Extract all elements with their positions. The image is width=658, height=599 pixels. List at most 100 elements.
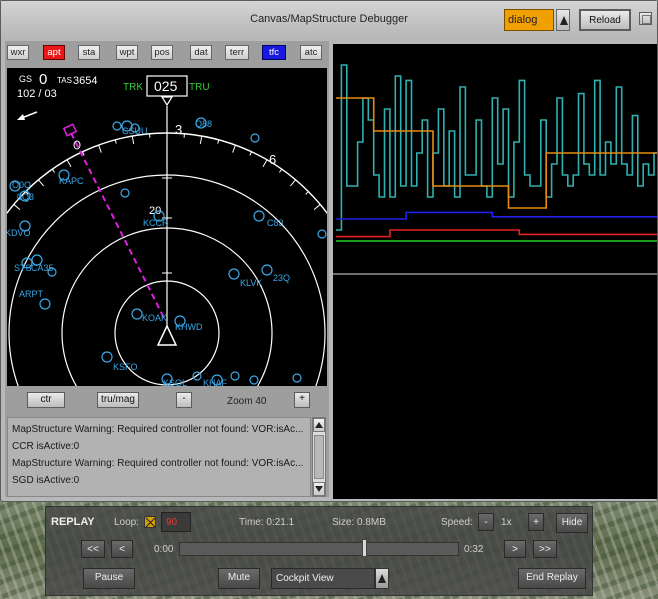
loop-input[interactable]: 90 [161, 512, 191, 532]
start-time: 0:00 [154, 544, 174, 555]
airport-label: STS [14, 263, 32, 273]
hide-button[interactable]: Hide [556, 513, 588, 533]
log-scrollbar[interactable] [312, 417, 326, 497]
compass-label: 6 [269, 152, 276, 167]
end-replay-button[interactable]: End Replay [518, 568, 586, 589]
mute-button[interactable]: Mute [218, 568, 260, 589]
trk-label: TRK [123, 82, 143, 93]
log-line: MapStructure Warning: Required controlle… [12, 424, 304, 435]
compass-tick [199, 135, 203, 145]
plot-series-line [336, 64, 657, 231]
airport-label: KHWD [175, 322, 203, 332]
compass-tick [98, 144, 102, 153]
compass-tick [232, 144, 236, 153]
compass-tick [279, 168, 283, 173]
compass-tick [249, 151, 252, 156]
speed-up-button[interactable]: + [528, 513, 544, 531]
layer-toggle-bar: wxr apt sta wpt pos dat terr tfc atc [5, 45, 327, 63]
compass-tick [313, 204, 321, 210]
view-select-arrow-icon[interactable] [375, 568, 389, 589]
layer-toggle-tfc[interactable]: tfc [262, 45, 286, 60]
airport-label: KHAF [203, 378, 228, 386]
map-canvas: GS 0 TAS 3654102 / 03TRK 025 TRU3620KSFOKHWDK… [7, 71, 327, 386]
rewind-button[interactable]: < [111, 540, 133, 558]
replay-timeline-thumb[interactable] [361, 539, 367, 557]
layer-toggle-wpt[interactable]: wpt [116, 45, 138, 60]
wind-readout: 102 / 03 [17, 88, 57, 100]
forward-button[interactable]: > [504, 540, 526, 558]
airport-icon [249, 375, 259, 385]
log-console[interactable]: MapStructure Warning: Required controlle… [7, 417, 311, 497]
airport-label: KOAK [142, 313, 167, 323]
compass-tick [66, 159, 72, 167]
airport-icon [253, 210, 265, 222]
route-waypoint-icon [62, 123, 78, 137]
view-select[interactable]: Cockpit View [271, 568, 375, 589]
plot-series-line [336, 229, 657, 238]
airport-icon [230, 371, 240, 381]
gs-label: GS [19, 74, 32, 84]
layer-toggle-wxr[interactable]: wxr [7, 45, 29, 60]
airport-icon [131, 308, 143, 320]
end-time: 0:32 [464, 544, 484, 555]
rewind-fast-button[interactable]: << [81, 540, 105, 558]
layer-toggle-sta[interactable]: sta [78, 45, 100, 60]
compass-tick [290, 179, 296, 187]
airport-label: KAPC [59, 176, 84, 186]
speed-value: 1x [501, 517, 512, 528]
scroll-down-icon[interactable] [313, 482, 325, 496]
loop-checkbox[interactable] [144, 516, 156, 528]
scroll-thumb[interactable] [314, 435, 324, 479]
layer-toggle-dat[interactable]: dat [190, 45, 212, 60]
pause-button[interactable]: Pause [83, 568, 135, 589]
replay-dialog: REPLAY Loop: 90 Time: 0:21.1 Size: 0.8MB… [45, 506, 593, 596]
airport-label: 23Q [273, 273, 290, 283]
airport-label: O0Q [12, 180, 31, 190]
replay-timeline-slider[interactable] [179, 542, 459, 556]
airport-icon [112, 121, 122, 131]
zoom-level: Zoom 40 [227, 396, 267, 407]
replay-title: REPLAY [51, 516, 95, 528]
airport-label: C83 [267, 218, 284, 228]
zoom-in-button[interactable]: + [294, 392, 310, 408]
plot-canvas [333, 64, 657, 275]
airport-icon [292, 373, 302, 383]
airport-label: ARPT [19, 289, 44, 299]
performance-plot [333, 44, 657, 499]
tru-label: TRU [189, 82, 210, 93]
log-line: MapStructure Warning: Required controlle… [12, 458, 304, 469]
compass-tick [114, 139, 117, 144]
log-line: CCR isActive:0 [12, 441, 80, 452]
close-icon[interactable] [639, 12, 652, 25]
airport-label: KLVK [240, 278, 262, 288]
reload-button[interactable]: Reload [579, 9, 631, 31]
navigation-map[interactable]: GS 0 TAS 3654 102 / 03 TRK 025 TRU 3 6 20 KSFO KHWD K… [7, 68, 327, 386]
center-button[interactable]: ctr [27, 392, 65, 408]
scroll-up-icon[interactable] [313, 418, 325, 432]
map-controls: ctr tru/mag - Zoom 40 + [7, 389, 327, 413]
compass-tick [217, 139, 220, 144]
compass-tick [13, 204, 21, 210]
plot-series-line [336, 211, 657, 220]
heading-pointer-icon [160, 96, 174, 107]
compass-label: 3 [175, 122, 182, 137]
replay-size: Size: 0.8MB [332, 517, 386, 528]
zoom-out-button[interactable]: - [176, 392, 192, 408]
layer-toggle-apt[interactable]: apt [43, 45, 65, 60]
airport-icon [250, 133, 260, 143]
forward-fast-button[interactable]: >> [533, 540, 557, 558]
dialog-select-arrow-icon[interactable] [556, 9, 570, 31]
layer-toggle-terr[interactable]: terr [225, 45, 249, 60]
compass-tick [51, 168, 55, 173]
speed-down-button[interactable]: - [478, 513, 494, 531]
speed-label: Speed: [441, 517, 473, 528]
tas-label: TAS [57, 76, 72, 85]
dialog-select[interactable]: dialog [504, 9, 554, 31]
layer-toggle-atc[interactable]: atc [300, 45, 322, 60]
airport-icon [228, 268, 240, 280]
aircraft-icon [156, 324, 178, 346]
airport-label: 0Q3 [17, 192, 34, 202]
true-magnetic-button[interactable]: tru/mag [97, 392, 139, 408]
airport-label: KDVO [7, 228, 31, 238]
layer-toggle-pos[interactable]: pos [151, 45, 173, 60]
